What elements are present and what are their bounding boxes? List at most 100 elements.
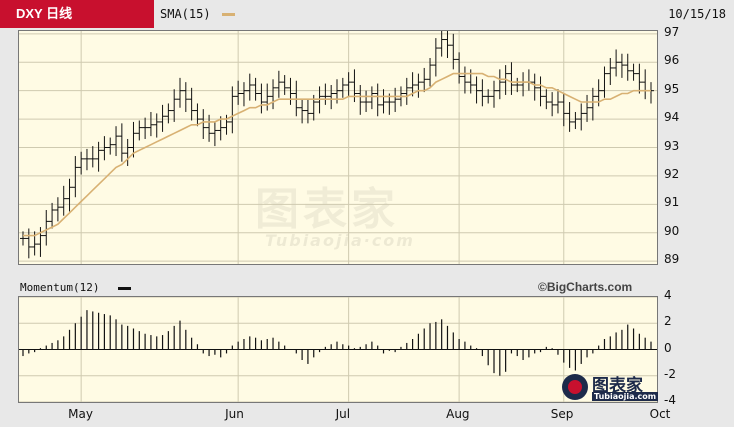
ohlc-bar	[624, 53, 631, 81]
ohlc-bar	[101, 136, 108, 161]
ohlc-bar	[648, 82, 654, 104]
ohlc-bar	[142, 117, 149, 139]
ohlc-bar	[491, 80, 497, 108]
ohlc-bar	[630, 63, 637, 81]
ohlc-bar	[554, 89, 561, 114]
ohlc-bar	[584, 94, 591, 122]
chart-date: 10/15/18	[668, 7, 726, 21]
ohlc-bar	[549, 92, 556, 117]
sma-legend-label: SMA(15)	[160, 7, 211, 21]
ohlc-bar	[188, 87, 195, 121]
ohlc-bar	[485, 89, 492, 104]
ohlc-bar	[461, 66, 468, 94]
ohlc-bar	[618, 53, 625, 78]
ohlc-bar	[264, 83, 271, 111]
ohlc-bar	[165, 103, 172, 124]
ohlc-bar	[43, 210, 50, 246]
momentum-legend-swatch	[118, 287, 131, 290]
ohlc-bar	[415, 73, 422, 98]
ohlc-bar	[479, 79, 486, 107]
ohlc-bar	[589, 87, 596, 121]
price-panel: 图表家 Tubiaojia·com	[18, 30, 658, 265]
price-y-tick-label: 96	[664, 53, 680, 68]
ohlc-bar	[78, 151, 85, 175]
price-y-tick-label: 92	[664, 166, 680, 181]
ohlc-bar	[392, 87, 399, 112]
momentum-y-tick-label: 0	[664, 340, 672, 355]
x-tick-label: Oct	[649, 407, 671, 421]
ohlc-bar	[200, 109, 207, 139]
ohlc-bar	[287, 77, 294, 105]
ohlc-bar	[525, 69, 532, 91]
ohlc-bar	[171, 89, 178, 122]
ohlc-bar	[20, 231, 26, 246]
price-plot	[19, 31, 657, 264]
x-tick-label: May	[68, 407, 93, 421]
ohlc-bar	[281, 75, 288, 95]
chart-header: DXY 日线 SMA(15) 10/15/18	[0, 0, 734, 28]
x-tick-label: Jun	[225, 407, 244, 421]
ohlc-bar	[182, 82, 189, 112]
ohlc-bar	[240, 82, 247, 107]
ohlc-bar	[520, 72, 527, 97]
ohlc-bar	[211, 121, 218, 147]
ohlc-bar	[66, 178, 73, 212]
ohlc-bar	[572, 111, 579, 130]
ohlc-bar	[54, 197, 61, 222]
ohlc-bar	[113, 126, 120, 157]
ohlc-bar	[322, 83, 329, 105]
ohlc-bar	[136, 120, 143, 141]
ohlc-bar	[89, 146, 96, 168]
ohlc-bar	[560, 93, 567, 127]
ohlc-bar	[72, 156, 79, 198]
ohlc-bar	[177, 77, 183, 108]
ohlc-bar	[578, 103, 585, 131]
ohlc-bar	[450, 33, 457, 70]
ohlc-bar	[380, 89, 387, 114]
ohlc-bar	[566, 102, 573, 132]
ohlc-bar	[374, 83, 381, 117]
bigcharts-credit: ©BigCharts.com	[538, 280, 633, 294]
ohlc-bar	[246, 73, 253, 101]
ohlc-bar	[235, 80, 242, 105]
x-tick-label: Aug	[446, 407, 470, 421]
ohlc-bar	[636, 63, 643, 94]
ohlc-bar	[118, 123, 125, 162]
price-y-tick-label: 90	[664, 223, 680, 238]
sma-legend-swatch	[222, 13, 235, 16]
ohlc-bar	[252, 77, 259, 101]
ohlc-bar	[438, 31, 445, 57]
logo-mark-inner-icon	[568, 380, 582, 394]
ohlc-bar	[363, 90, 370, 112]
ohlc-bar	[601, 66, 608, 98]
logo-subtext: Tubiaojia.com	[592, 392, 659, 401]
price-y-tick-label: 95	[664, 81, 680, 96]
ohlc-bar	[107, 137, 114, 155]
ohlc-bar	[60, 185, 67, 216]
price-y-tick-label: 91	[664, 195, 680, 210]
x-tick-label: Jul	[335, 407, 351, 421]
ohlc-bar	[421, 67, 428, 93]
ohlc-bar	[159, 104, 166, 132]
ohlc-bar	[432, 38, 439, 77]
ohlc-bar	[456, 52, 463, 84]
price-y-tick-label: 94	[664, 110, 680, 125]
ohlc-bar	[368, 86, 375, 110]
momentum-y-tick-label: 2	[664, 314, 672, 329]
ohlc-bar	[229, 86, 236, 134]
momentum-y-tick-label: 4	[664, 288, 672, 302]
ohlc-bar	[543, 89, 550, 110]
ohlc-bar	[496, 69, 503, 100]
x-tick-label: Sep	[550, 407, 574, 421]
ohlc-bar	[299, 99, 306, 124]
ohlc-bar	[444, 31, 451, 58]
ohlc-bar	[357, 84, 364, 115]
ohlc-bar	[194, 103, 201, 127]
ohlc-bar	[147, 111, 154, 137]
ohlc-bar	[531, 73, 538, 101]
ticker-label: DXY 日线	[0, 0, 154, 28]
momentum-y-tick-label: -2	[664, 366, 676, 381]
momentum-y-tick-label: -4	[664, 393, 676, 407]
ohlc-bar	[403, 77, 410, 105]
ohlc-bar	[95, 141, 102, 172]
